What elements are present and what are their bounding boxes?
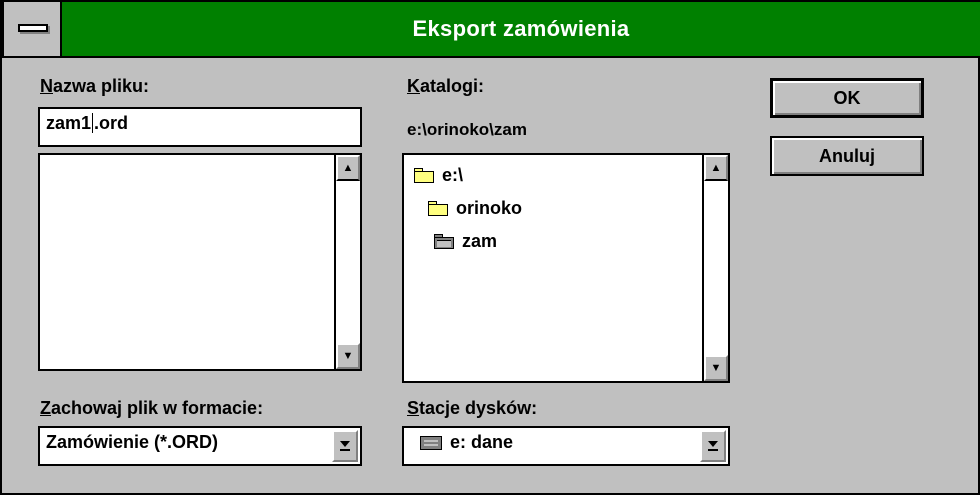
ok-button[interactable]: OK: [770, 78, 924, 118]
filename-label: Nazwa pliku:: [40, 76, 149, 97]
filename-value-end: .ord: [94, 113, 129, 133]
save-format-label: Zachowaj plik w formacie:: [40, 398, 263, 419]
hard-drive-icon: [420, 436, 442, 450]
arrow-down-icon: ▼: [342, 350, 354, 362]
drives-dropdown-button[interactable]: [700, 430, 726, 462]
title-bar: Eksport zamówienia: [2, 0, 980, 58]
dropdown-arrow-icon: [340, 441, 350, 451]
arrow-up-icon: ▲: [710, 162, 722, 174]
directory-item-orinoko[interactable]: orinoko: [428, 198, 522, 219]
filename-label-text: azwa pliku:: [53, 76, 150, 96]
drives-label: Stacje dysków:: [407, 398, 537, 419]
scroll-up-button[interactable]: ▲: [704, 155, 728, 181]
scroll-down-button[interactable]: ▼: [336, 343, 360, 369]
dropdown-arrow-icon: [708, 441, 718, 451]
current-path: e:\orinoko\zam: [407, 120, 527, 139]
scroll-down-button[interactable]: ▼: [704, 355, 728, 381]
file-list[interactable]: ▲ ▼: [38, 153, 362, 371]
open-folder-icon: [414, 167, 436, 184]
save-format-value: Zamówienie (*.ORD): [46, 432, 219, 452]
drives-value: e: dane: [420, 432, 513, 453]
save-format-select[interactable]: Zamówienie (*.ORD): [38, 426, 362, 466]
directory-item-zam[interactable]: zam: [434, 231, 497, 252]
filename-value-start: zam1: [46, 113, 92, 133]
system-menu-button[interactable]: [4, 2, 62, 56]
directory-tree[interactable]: e:\ orinoko zam ▲ ▼: [402, 153, 730, 383]
drives-value-text: e: dane: [450, 432, 514, 452]
filename-label-accel: N: [40, 76, 53, 96]
scroll-up-button[interactable]: ▲: [336, 155, 360, 181]
save-format-label-text: achowaj plik w formacie:: [51, 398, 264, 418]
cancel-button[interactable]: Anuluj: [770, 136, 924, 176]
window-title: Eksport zamówienia: [412, 16, 630, 41]
drives-label-accel: S: [407, 398, 420, 418]
export-order-dialog: Eksport zamówienia Nazwa pliku: zam1 .ord…: [0, 0, 980, 495]
directory-item-e-root[interactable]: e:\: [414, 165, 463, 186]
directory-item-label: zam: [462, 231, 498, 251]
file-list-scrollbar[interactable]: ▲ ▼: [334, 155, 360, 369]
arrow-up-icon: ▲: [342, 162, 354, 174]
directories-label-text: atalogi:: [420, 76, 485, 96]
arrow-down-icon: ▼: [710, 362, 722, 374]
save-format-label-accel: Z: [40, 398, 51, 418]
directories-label-accel: K: [407, 76, 420, 96]
directory-tree-scrollbar[interactable]: ▲ ▼: [702, 155, 728, 381]
selected-folder-icon: [434, 233, 456, 250]
drives-select[interactable]: e: dane: [402, 426, 730, 466]
open-folder-icon: [428, 200, 450, 217]
directories-label: Katalogi:: [407, 76, 484, 97]
directory-item-label: orinoko: [456, 198, 522, 218]
directory-item-label: e:\: [442, 165, 464, 185]
drives-label-text: tacje dysków:: [419, 398, 538, 418]
save-format-dropdown-button[interactable]: [332, 430, 358, 462]
text-caret: [92, 113, 94, 133]
system-menu-icon: [18, 24, 48, 32]
filename-input[interactable]: zam1 .ord: [38, 107, 362, 147]
